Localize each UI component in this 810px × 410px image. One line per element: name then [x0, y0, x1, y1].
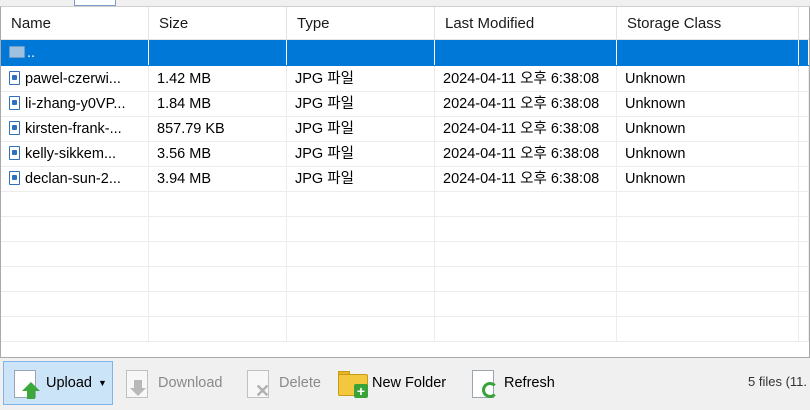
- file-name: pawel-czerwi...: [25, 71, 121, 87]
- file-storage-class: Unknown: [617, 141, 799, 166]
- empty-row: [1, 291, 809, 317]
- delete-icon: ✕: [243, 366, 275, 400]
- new-folder-button[interactable]: + New Folder: [336, 361, 446, 405]
- file-modified: 2024-04-11 오후 6:38:08: [435, 91, 617, 116]
- empty-row: [1, 316, 809, 342]
- file-modified: 2024-04-11 오후 6:38:08: [435, 141, 617, 166]
- file-size: 857.79 KB: [149, 116, 287, 141]
- table-row[interactable]: kelly-sikkem... 3.56 MB JPG 파일 2024-04-1…: [1, 141, 809, 167]
- chevron-down-icon[interactable]: ▼: [98, 378, 107, 388]
- file-type: JPG 파일: [287, 166, 435, 191]
- file-size: 1.84 MB: [149, 91, 287, 116]
- file-list[interactable]: Name Size Type Last Modified Storage Cla…: [0, 6, 810, 358]
- image-file-icon: [9, 146, 20, 160]
- file-storage-class: Unknown: [617, 91, 799, 116]
- parent-folder-label: ..: [27, 45, 36, 61]
- delete-label: Delete: [279, 375, 321, 391]
- refresh-label: Refresh: [504, 375, 555, 391]
- empty-row: [1, 266, 809, 292]
- empty-row: [1, 241, 809, 267]
- upload-icon: [10, 366, 42, 400]
- column-header-storage-class[interactable]: Storage Class: [617, 7, 799, 39]
- download-icon: [122, 366, 154, 400]
- column-header-name[interactable]: Name: [1, 7, 149, 39]
- upload-label: Upload: [46, 375, 92, 391]
- column-header-row: Name Size Type Last Modified Storage Cla…: [1, 7, 809, 40]
- file-type: JPG 파일: [287, 66, 435, 91]
- file-modified: 2024-04-11 오후 6:38:08: [435, 116, 617, 141]
- table-row[interactable]: li-zhang-y0VP... 1.84 MB JPG 파일 2024-04-…: [1, 91, 809, 117]
- file-name: kelly-sikkem...: [25, 146, 117, 162]
- parent-folder-row[interactable]: ..: [1, 40, 809, 66]
- file-modified: 2024-04-11 오후 6:38:08: [435, 166, 617, 191]
- bottom-toolbar: Upload ▼ Download ✕ Delete + New Folder …: [0, 358, 810, 410]
- empty-row: [1, 191, 809, 217]
- file-size: 3.56 MB: [149, 141, 287, 166]
- new-folder-label: New Folder: [372, 375, 447, 391]
- folder-icon: [9, 46, 25, 58]
- table-row[interactable]: pawel-czerwi... 1.42 MB JPG 파일 2024-04-1…: [1, 66, 809, 92]
- file-size: 1.42 MB: [149, 66, 287, 91]
- refresh-button[interactable]: Refresh: [468, 361, 555, 405]
- column-header-extra: [799, 7, 809, 39]
- table-row[interactable]: declan-sun-2... 3.94 MB JPG 파일 2024-04-1…: [1, 166, 809, 192]
- upload-button[interactable]: Upload ▼: [3, 361, 113, 405]
- empty-row: [1, 216, 809, 242]
- file-type: JPG 파일: [287, 91, 435, 116]
- file-count-status: 5 files (11.: [748, 374, 808, 389]
- column-header-size[interactable]: Size: [149, 7, 287, 39]
- image-file-icon: [9, 121, 20, 135]
- column-header-type[interactable]: Type: [287, 7, 435, 39]
- file-name: li-zhang-y0VP...: [25, 96, 126, 112]
- file-type: JPG 파일: [287, 141, 435, 166]
- file-modified: 2024-04-11 오후 6:38:08: [435, 66, 617, 91]
- file-name: kirsten-frank-...: [25, 121, 122, 137]
- image-file-icon: [9, 71, 20, 85]
- table-row[interactable]: kirsten-frank-... 857.79 KB JPG 파일 2024-…: [1, 116, 809, 142]
- file-name: declan-sun-2...: [25, 171, 121, 187]
- image-file-icon: [9, 96, 20, 110]
- new-folder-icon: +: [336, 366, 368, 400]
- file-storage-class: Unknown: [617, 166, 799, 191]
- delete-button[interactable]: ✕ Delete: [243, 361, 321, 405]
- parent-folder-cell: ..: [1, 40, 149, 65]
- file-storage-class: Unknown: [617, 116, 799, 141]
- column-header-last-modified[interactable]: Last Modified: [435, 7, 617, 39]
- file-storage-class: Unknown: [617, 66, 799, 91]
- refresh-icon: [468, 366, 500, 400]
- download-label: Download: [158, 375, 223, 391]
- image-file-icon: [9, 171, 20, 185]
- file-size: 3.94 MB: [149, 166, 287, 191]
- file-type: JPG 파일: [287, 116, 435, 141]
- download-button[interactable]: Download: [122, 361, 223, 405]
